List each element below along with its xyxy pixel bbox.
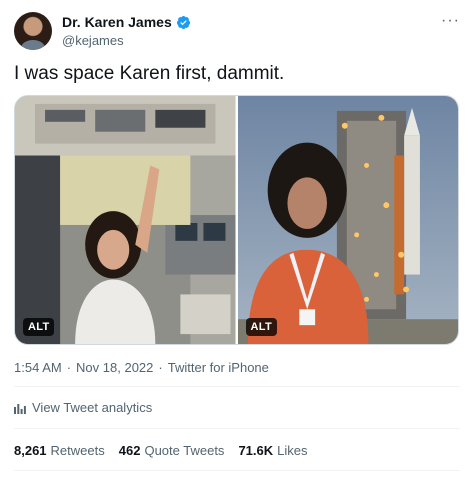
tweet-photo-cockpit[interactable]: ALT (15, 96, 236, 344)
avatar[interactable] (14, 12, 52, 50)
author-display-name[interactable]: Dr. Karen James (62, 14, 172, 30)
view-analytics-link[interactable]: View Tweet analytics (14, 400, 152, 415)
tweet-date[interactable]: Nov 18, 2022 (76, 360, 153, 375)
meta-separator: · (158, 360, 163, 375)
tweet-text: I was space Karen first, dammit. (14, 63, 285, 84)
quote-tweets-label: Quote Tweets (144, 443, 225, 458)
tweet-header: Dr. Karen James @kejames ··· (14, 12, 460, 52)
more-options-icon[interactable]: ··· (441, 12, 460, 30)
quote-tweets-count: 462 (118, 443, 141, 458)
verified-badge-icon (176, 15, 190, 29)
retweets-count: 8,261 (14, 443, 47, 458)
likes-count: 71.6K (238, 443, 274, 458)
alt-badge[interactable]: ALT (245, 318, 277, 336)
alt-badge[interactable]: ALT (23, 318, 55, 336)
engagement-stats: 8,261 Retweets 462 Quote Tweets 71.6K Li… (14, 443, 308, 458)
analytics-bar-icon (14, 403, 26, 414)
tweet-time[interactable]: 1:54 AM (14, 360, 62, 375)
meta-separator: · (66, 360, 72, 375)
quote-tweets-stat[interactable]: 462 Quote Tweets (119, 443, 225, 458)
tweet-media-grid: ALT ALT (14, 95, 459, 345)
divider (14, 386, 460, 387)
divider (14, 470, 460, 471)
retweets-label: Retweets (50, 443, 105, 458)
cockpit-photo-image (15, 96, 236, 344)
divider (14, 428, 460, 429)
likes-label: Likes (277, 443, 308, 458)
likes-stat[interactable]: 71.6K Likes (238, 443, 307, 458)
tweet-source[interactable]: Twitter for iPhone (168, 360, 269, 375)
author-handle[interactable]: @kejames (62, 33, 124, 48)
tweet-metadata: 1:54 AM · Nov 18, 2022 · Twitter for iPh… (14, 360, 269, 375)
author-name-row: Dr. Karen James (62, 14, 191, 30)
tweet-photo-launchpad[interactable]: ALT (237, 96, 458, 344)
launchpad-photo-image (237, 96, 458, 344)
analytics-label: View Tweet analytics (32, 400, 153, 415)
retweets-stat[interactable]: 8,261 Retweets (14, 443, 105, 458)
